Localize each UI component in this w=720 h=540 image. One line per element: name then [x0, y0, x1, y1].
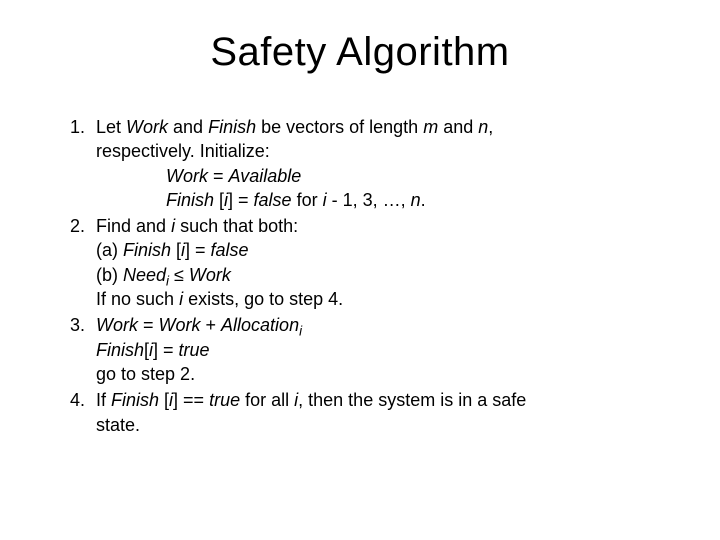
var-finish: Finish: [111, 390, 164, 410]
text: ] =: [153, 340, 179, 360]
var-work: Work: [96, 315, 138, 335]
step-1-line-4: Finish [i] = false for i - 1, 3, …, n.: [96, 188, 680, 212]
text: ,: [488, 117, 493, 137]
text: be vectors of length: [256, 117, 423, 137]
text: =: [138, 315, 159, 335]
var-i: i: [323, 190, 332, 210]
text: - 1, 3, …,: [332, 190, 411, 210]
step-2-line-1: Find and i such that both:: [96, 214, 680, 238]
step-2-line-2: (a) Finish [i] = false: [96, 238, 680, 262]
step-1-line-1: Let Work and Finish be vectors of length…: [96, 115, 680, 139]
step-3: 3. Work = Work + Allocationi Finish[i] =…: [70, 313, 680, 386]
text: If: [96, 390, 111, 410]
literal-false: false: [254, 190, 292, 210]
text: and: [168, 117, 208, 137]
var-n: n: [411, 190, 421, 210]
var-m: m: [423, 117, 438, 137]
var-finish: Finish: [96, 340, 144, 360]
subscript-i: i: [299, 324, 302, 339]
text: and: [438, 117, 478, 137]
var-finish: Finish: [208, 117, 256, 137]
step-2-line-3: (b) Needi ≤ Work: [96, 263, 680, 287]
var-finish: Finish: [166, 190, 219, 210]
step-4-line-2: state.: [96, 413, 680, 437]
literal-false: false: [211, 240, 249, 260]
text: =: [208, 166, 229, 186]
text: (a): [96, 240, 123, 260]
literal-true: true: [179, 340, 210, 360]
step-2-line-4: If no such i exists, go to step 4.: [96, 287, 680, 311]
var-work: Work: [166, 166, 208, 186]
text: such that both:: [175, 216, 298, 236]
step-3-line-1: Work = Work + Allocationi: [96, 313, 680, 337]
text: for all: [240, 390, 294, 410]
step-1-line-3: Work = Available: [96, 164, 680, 188]
text: ] =: [228, 190, 254, 210]
text: , then the system is in a safe: [298, 390, 526, 410]
step-1-number: 1.: [70, 115, 85, 139]
var-allocation: Allocation: [221, 315, 299, 335]
step-4-line-1: If Finish [i] == true for all i, then th…: [96, 388, 680, 412]
text: Let: [96, 117, 126, 137]
slide-title: Safety Algorithm: [40, 30, 680, 75]
text: ≤: [169, 265, 189, 285]
slide: Safety Algorithm 1. Let Work and Finish …: [0, 0, 720, 540]
text: .: [421, 190, 426, 210]
step-1-line-2: respectively. Initialize:: [96, 139, 680, 163]
step-3-number: 3.: [70, 313, 85, 337]
var-finish: Finish: [123, 240, 176, 260]
var-work: Work: [126, 117, 168, 137]
step-3-line-3: go to step 2.: [96, 362, 680, 386]
text: ] =: [185, 240, 211, 260]
slide-body: 1. Let Work and Finish be vectors of len…: [70, 115, 680, 437]
var-available: Available: [229, 166, 302, 186]
step-4: 4. If Finish [i] == true for all i, then…: [70, 388, 680, 437]
algorithm-list: 1. Let Work and Finish be vectors of len…: [70, 115, 680, 437]
text: If no such: [96, 289, 179, 309]
step-2-number: 2.: [70, 214, 85, 238]
step-1: 1. Let Work and Finish be vectors of len…: [70, 115, 680, 212]
var-need: Need: [123, 265, 166, 285]
text: (b): [96, 265, 123, 285]
step-3-line-2: Finish[i] = true: [96, 338, 680, 362]
text: exists, go to step 4.: [183, 289, 343, 309]
step-4-number: 4.: [70, 388, 85, 412]
text: Find and: [96, 216, 171, 236]
var-work: Work: [189, 265, 231, 285]
var-work: Work: [159, 315, 201, 335]
text: for: [292, 190, 323, 210]
step-2: 2. Find and i such that both: (a) Finish…: [70, 214, 680, 311]
literal-true: true: [209, 390, 240, 410]
text: +: [201, 315, 222, 335]
text: ] ==: [173, 390, 209, 410]
var-n: n: [478, 117, 488, 137]
